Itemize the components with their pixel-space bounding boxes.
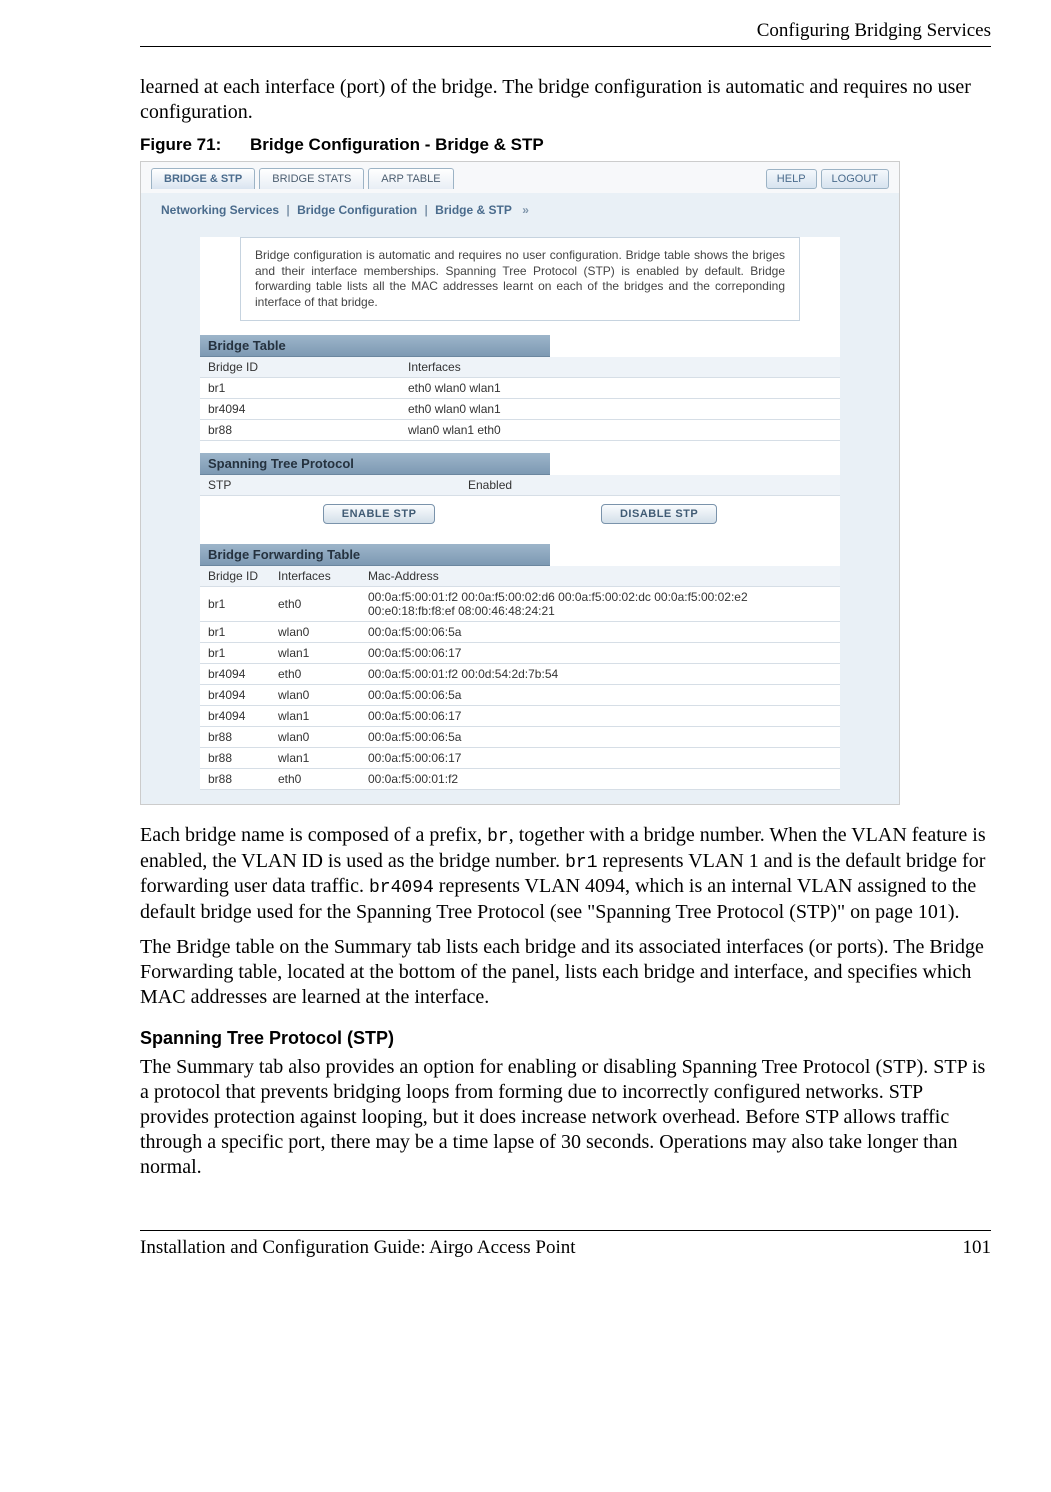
enable-stp-button[interactable]: ENABLE STP (323, 504, 436, 524)
help-button[interactable]: HELP (766, 169, 817, 189)
fwd-table-header: Bridge Forwarding Table (200, 544, 550, 566)
cell: br4094 (200, 706, 270, 727)
screenshot-topbar: BRIDGE & STP BRIDGE STATS ARP TABLE HELP… (141, 162, 899, 193)
table-row: br4094wlan100:0a:f5:00:06:17 (200, 706, 840, 727)
cell: br1 (200, 643, 270, 664)
cell: wlan0 (270, 685, 360, 706)
table-row: br1eth0 wlan0 wlan1 (200, 378, 840, 399)
cell: br88 (200, 727, 270, 748)
code-br1: br1 (565, 853, 597, 873)
screenshot-panel: BRIDGE & STP BRIDGE STATS ARP TABLE HELP… (140, 161, 900, 805)
breadcrumb-item: Bridge Configuration (297, 203, 417, 217)
cell: eth0 wlan0 wlan1 (400, 378, 840, 399)
cell: eth0 (270, 769, 360, 790)
table-row: br88eth000:0a:f5:00:01:f2 (200, 769, 840, 790)
table-row: br4094wlan000:0a:f5:00:06:5a (200, 685, 840, 706)
figure-caption: Figure 71: Bridge Configuration - Bridge… (140, 135, 991, 155)
col-stp-status: Enabled (460, 475, 840, 496)
table-row: br4094eth0 wlan0 wlan1 (200, 399, 840, 420)
disable-stp-button[interactable]: DISABLE STP (601, 504, 717, 524)
chevron-icon: | (286, 203, 289, 217)
cell: br88 (200, 769, 270, 790)
table-row: br88wlan0 wlan1 eth0 (200, 420, 840, 441)
cell: 00:0a:f5:00:01:f2 (360, 769, 840, 790)
footer-left: Installation and Configuration Guide: Ai… (140, 1237, 576, 1259)
table-row: br1wlan100:0a:f5:00:06:17 (200, 643, 840, 664)
table-row: br4094eth000:0a:f5:00:01:f2 00:0d:54:2d:… (200, 664, 840, 685)
cell: br1 (200, 622, 270, 643)
col-bridge-id: Bridge ID (200, 566, 270, 587)
cell: 00:0a:f5:00:06:17 (360, 643, 840, 664)
bridge-table-header: Bridge Table (200, 335, 550, 357)
cell: eth0 (270, 587, 360, 622)
stp-button-row: ENABLE STP DISABLE STP (200, 496, 840, 532)
tab-bridge-stats[interactable]: BRIDGE STATS (259, 168, 364, 189)
tab-row: BRIDGE & STP BRIDGE STATS ARP TABLE (151, 168, 454, 189)
page-header-title: Configuring Bridging Services (140, 20, 991, 47)
intro-paragraph: learned at each interface (port) of the … (140, 75, 991, 125)
table-row: br88wlan100:0a:f5:00:06:17 (200, 748, 840, 769)
cell: br88 (200, 748, 270, 769)
breadcrumb: Networking Services | Bridge Configurati… (141, 193, 899, 227)
screenshot-content: Networking Services | Bridge Configurati… (141, 193, 899, 804)
cell: 00:0a:f5:00:06:17 (360, 748, 840, 769)
breadcrumb-item: Networking Services (161, 203, 279, 217)
cell: 00:0a:f5:00:06:5a (360, 685, 840, 706)
stp-table: STP Enabled (200, 475, 840, 496)
cell: wlan0 (270, 727, 360, 748)
cell: br88 (200, 420, 400, 441)
info-box: Bridge configuration is automatic and re… (240, 237, 800, 321)
footer-page-number: 101 (963, 1237, 992, 1259)
forwarding-table: Bridge ID Interfaces Mac-Address br1eth0… (200, 566, 840, 790)
col-interfaces: Interfaces (400, 357, 840, 378)
bridge-table: Bridge ID Interfaces br1eth0 wlan0 wlan1… (200, 357, 840, 441)
logout-button[interactable]: LOGOUT (821, 169, 889, 189)
breadcrumb-item: Bridge & STP (435, 203, 511, 217)
cell: eth0 (270, 664, 360, 685)
tab-bridge-stp[interactable]: BRIDGE & STP (151, 168, 255, 189)
page-footer: Installation and Configuration Guide: Ai… (140, 1230, 991, 1259)
cell: wlan0 wlan1 eth0 (400, 420, 840, 441)
cell: br1 (200, 378, 400, 399)
stp-subhead: Spanning Tree Protocol (STP) (140, 1028, 991, 1049)
body-paragraph-1: Each bridge name is composed of a prefix… (140, 823, 991, 925)
table-row: br1wlan000:0a:f5:00:06:5a (200, 622, 840, 643)
body-paragraph-2: The Bridge table on the Summary tab list… (140, 935, 991, 1010)
cell: 00:0a:f5:00:06:5a (360, 727, 840, 748)
chevron-icon: » (519, 203, 529, 217)
cell: 00:0a:f5:00:06:5a (360, 622, 840, 643)
header-button-group: HELP LOGOUT (766, 169, 889, 189)
figure-number: Figure 71: (140, 135, 221, 154)
cell: wlan0 (270, 622, 360, 643)
table-row: br88wlan000:0a:f5:00:06:5a (200, 727, 840, 748)
cell: br4094 (200, 685, 270, 706)
body-paragraph-3: The Summary tab also provides an option … (140, 1055, 991, 1180)
cell: wlan1 (270, 706, 360, 727)
inner-panel: Bridge configuration is automatic and re… (200, 237, 840, 790)
cell: br4094 (200, 664, 270, 685)
cell: br4094 (200, 399, 400, 420)
cell: 00:0a:f5:00:06:17 (360, 706, 840, 727)
cell: 00:0a:f5:00:01:f2 00:0d:54:2d:7b:54 (360, 664, 840, 685)
table-row: br1eth000:0a:f5:00:01:f2 00:0a:f5:00:02:… (200, 587, 840, 622)
cell: 00:0a:f5:00:01:f2 00:0a:f5:00:02:d6 00:0… (360, 587, 840, 622)
col-mac: Mac-Address (360, 566, 840, 587)
stp-header: Spanning Tree Protocol (200, 453, 550, 475)
figure-title: Bridge Configuration - Bridge & STP (250, 135, 544, 154)
chevron-icon: | (424, 203, 427, 217)
cell: wlan1 (270, 643, 360, 664)
code-br: br (487, 827, 509, 847)
col-interfaces: Interfaces (270, 566, 360, 587)
cell: eth0 wlan0 wlan1 (400, 399, 840, 420)
col-bridge-id: Bridge ID (200, 357, 400, 378)
cell: br1 (200, 587, 270, 622)
cell: wlan1 (270, 748, 360, 769)
tab-arp-table[interactable]: ARP TABLE (368, 168, 453, 189)
col-stp: STP (200, 475, 460, 496)
code-br4094: br4094 (369, 878, 434, 898)
